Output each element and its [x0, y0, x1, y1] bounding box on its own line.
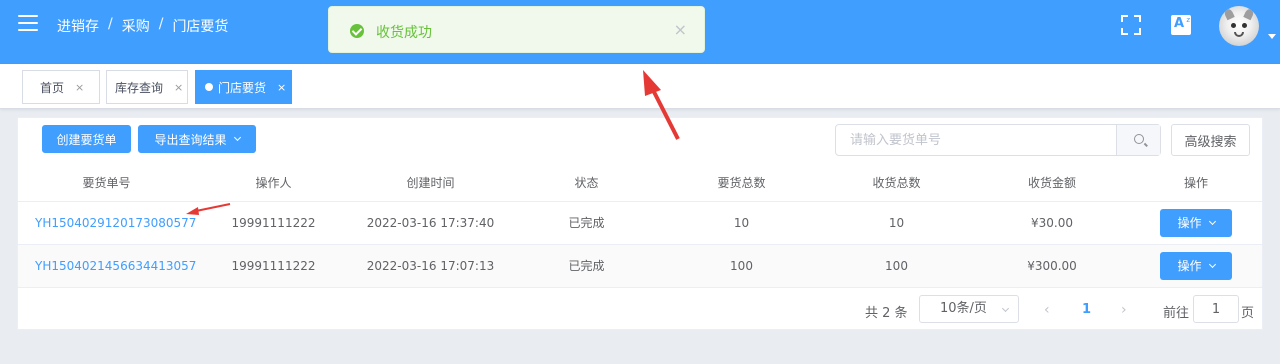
request-total-cell: 100	[664, 244, 819, 288]
tab-store-requisition[interactable]: 门店要货 ×	[195, 70, 292, 104]
received-total-cell: 10	[819, 201, 974, 245]
tab-inventory-query[interactable]: 库存查询 ×	[106, 70, 188, 104]
page-jump-input[interactable]	[1193, 295, 1239, 323]
action-label: 操作	[1177, 259, 1202, 273]
chevron-down-icon	[233, 133, 241, 142]
column-header: 创建时间	[352, 165, 509, 202]
create-order-button[interactable]: 创建要货单	[42, 125, 131, 153]
export-results-button[interactable]: 导出查询结果	[138, 125, 256, 153]
tab-home[interactable]: 首页 ×	[22, 70, 100, 104]
close-icon[interactable]: ×	[174, 81, 183, 94]
search-icon[interactable]	[1116, 125, 1160, 155]
column-header: 要货单号	[18, 165, 195, 202]
page-number-current[interactable]: 1	[1082, 302, 1091, 317]
close-icon[interactable]: ×	[75, 81, 84, 94]
breadcrumb-separator: /	[108, 16, 113, 32]
fullscreen-icon[interactable]	[1120, 14, 1142, 36]
column-header: 收货金额	[974, 165, 1130, 202]
action-dropdown-button[interactable]: 操作	[1160, 208, 1232, 237]
toast-close-icon[interactable]: ×	[674, 20, 687, 39]
order-link[interactable]: YH1504029120173080577	[35, 216, 196, 230]
amount-cell: ¥300.00	[974, 244, 1130, 288]
column-header: 要货总数	[664, 165, 819, 202]
goto-label: 前往	[1163, 306, 1190, 321]
close-icon[interactable]: ×	[277, 81, 286, 94]
language-icon-letter: A	[1174, 16, 1185, 31]
received-total-cell: 100	[819, 244, 974, 288]
toast-message: 收货成功	[376, 25, 432, 41]
operator-cell: 19991111222	[195, 244, 352, 288]
requisition-table: 要货单号 操作人 创建时间 状态 要货总数 收货总数 收货金额 操作 YH150…	[18, 165, 1262, 288]
page-suffix-label: 页	[1241, 306, 1255, 321]
amount-cell: ¥30.00	[974, 201, 1130, 245]
top-header: 进销存 / 采购 / 门店要货 收货成功 × Az	[0, 0, 1280, 64]
chevron-down-icon	[1001, 304, 1010, 313]
breadcrumb-item[interactable]: 进销存	[57, 16, 99, 36]
tags-view: 首页 × 库存查询 × 门店要货 ×	[0, 64, 1280, 109]
active-dot-icon	[205, 83, 213, 91]
search-group	[835, 124, 1161, 156]
column-header: 状态	[509, 165, 664, 202]
table-header-row: 要货单号 操作人 创建时间 状态 要货总数 收货总数 收货金额 操作	[18, 165, 1262, 202]
tab-label: 门店要货	[218, 80, 267, 95]
caret-down-icon[interactable]	[1268, 34, 1276, 39]
menu-icon[interactable]	[18, 15, 38, 31]
tab-label: 首页	[40, 80, 65, 95]
column-header: 收货总数	[819, 165, 974, 202]
breadcrumb: 进销存 / 采购 / 门店要货	[57, 16, 228, 36]
pagination: 共 2 条 10条/页 ‹ 1 › 前往 页	[18, 294, 1262, 326]
next-page-button[interactable]: ›	[1121, 302, 1127, 318]
breadcrumb-separator: /	[158, 16, 164, 32]
created-time-cell: 2022-03-16 17:07:13	[352, 244, 509, 288]
advanced-search-button[interactable]: 高级搜索	[1171, 124, 1250, 156]
request-total-cell: 10	[664, 201, 819, 245]
operator-cell: 19991111222	[195, 201, 352, 245]
status-cell: 已完成	[509, 201, 664, 245]
order-no-search-input[interactable]	[836, 125, 1116, 155]
success-toast: 收货成功 ×	[328, 6, 705, 53]
column-header: 操作	[1130, 165, 1262, 202]
chevron-down-icon	[1208, 260, 1216, 268]
avatar[interactable]	[1219, 6, 1259, 46]
page-size-select[interactable]: 10条/页	[919, 295, 1019, 323]
breadcrumb-item[interactable]: 采购	[122, 16, 150, 36]
table-row: YH1504029120173080577 19991111222 2022-0…	[18, 201, 1262, 245]
language-icon[interactable]: Az	[1171, 15, 1191, 35]
prev-page-button[interactable]: ‹	[1044, 302, 1050, 318]
tab-label: 库存查询	[115, 80, 164, 95]
status-cell: 已完成	[509, 244, 664, 288]
main-card: 创建要货单 导出查询结果 高级搜索 要货单号 操作人 创建时间 状态 要货总数 …	[17, 117, 1263, 330]
export-label: 导出查询结果	[154, 132, 227, 147]
action-label: 操作	[1177, 216, 1202, 230]
page-size-value: 10条/页	[940, 301, 987, 316]
action-dropdown-button[interactable]: 操作	[1160, 251, 1232, 280]
order-link[interactable]: YH1504021456634413057	[35, 259, 196, 273]
language-icon-sup: z	[1186, 16, 1190, 24]
success-check-icon	[350, 24, 364, 38]
table-row: YH1504021456634413057 19991111222 2022-0…	[18, 244, 1262, 288]
breadcrumb-item-current: 门店要货	[172, 19, 229, 35]
total-count: 共 2 条	[865, 306, 908, 321]
chevron-down-icon	[1208, 217, 1216, 225]
column-header: 操作人	[195, 165, 352, 202]
created-time-cell: 2022-03-16 17:37:40	[352, 201, 509, 245]
